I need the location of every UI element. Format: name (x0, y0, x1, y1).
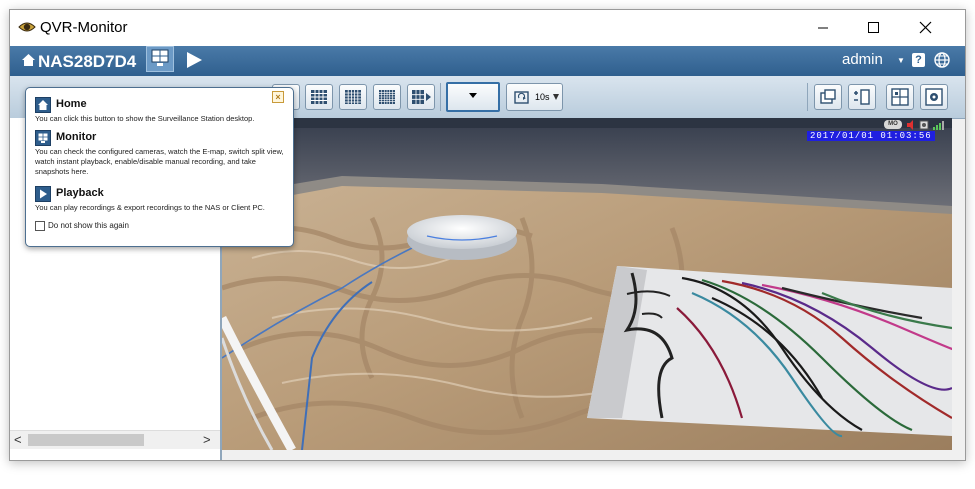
maximize-button[interactable] (850, 10, 896, 46)
minimize-button[interactable] (800, 10, 846, 46)
chevron-down-icon (469, 93, 477, 98)
layout-dropdown[interactable] (446, 82, 500, 112)
help-text-playback: You can play recordings & export recordi… (35, 203, 265, 212)
chevron-down-icon (553, 94, 559, 100)
gear-icon (925, 88, 943, 106)
e-map-icon (891, 88, 909, 106)
video-timestamp: 2017/01/01 01:03:56 (807, 131, 935, 141)
nas-name: NAS28D7D4 (38, 52, 137, 71)
help-heading-monitor: Monitor (56, 131, 97, 143)
multi-window-icon (820, 89, 836, 104)
speaker-icon (907, 120, 913, 130)
scrollbar-thumb[interactable] (28, 434, 144, 446)
settings-button[interactable] (920, 84, 948, 110)
layout-more-button[interactable] (407, 84, 435, 110)
playback-button[interactable] (182, 49, 206, 71)
home-icon (22, 54, 35, 66)
minimize-icon (818, 27, 828, 29)
globe-icon[interactable] (934, 52, 950, 68)
sequence-interval: 10s (535, 92, 550, 102)
multi-window-button[interactable] (814, 84, 842, 110)
monitor-icon (35, 130, 51, 146)
e-map-button[interactable] (886, 84, 914, 110)
user-menu-caret-icon[interactable]: ▼ (897, 56, 905, 65)
monitor-button[interactable] (146, 46, 174, 72)
grid-6x6-icon (379, 90, 395, 104)
help-text-monitor: You can check the configured cameras, wa… (35, 147, 284, 176)
layout-4x4-button[interactable] (305, 84, 333, 110)
help-heading-playback: Playback (56, 187, 104, 199)
help-heading-home: Home (56, 98, 87, 110)
sequence-mode-button[interactable]: 10s (506, 83, 563, 111)
layout-6x6-button[interactable] (373, 84, 401, 110)
grid-4x4-icon (311, 90, 327, 104)
motion-badge: MO (884, 120, 902, 129)
signal-icon (933, 121, 944, 130)
record-icon (919, 120, 929, 130)
home-icon (35, 97, 51, 113)
title-bar[interactable]: QVR-Monitor (10, 10, 965, 46)
maximize-icon (868, 22, 879, 33)
close-window-button[interactable] (903, 10, 949, 46)
close-icon[interactable]: × (272, 91, 284, 103)
scroll-right-icon[interactable]: > (203, 431, 211, 449)
app-window: QVR-Monitor NAS28D7D4 admin ▼ ? 10s < > … (9, 9, 966, 461)
horizontal-scrollbar[interactable]: < > (10, 430, 220, 449)
play-icon (35, 186, 51, 202)
layout-5x5-button[interactable] (339, 84, 367, 110)
toolbar-divider (807, 83, 808, 111)
video-status-strip (222, 118, 952, 128)
osd-status-icons: MO (884, 120, 950, 130)
help-icon[interactable]: ? (912, 53, 925, 67)
monitor-icon (151, 49, 169, 66)
help-text-home: You can click this button to show the Su… (35, 114, 255, 123)
camera-live-view[interactable]: MO 2017/01/01 01:03:56 (222, 118, 952, 450)
play-icon (187, 52, 202, 68)
toolbar-divider (440, 83, 441, 111)
do-not-show-label[interactable]: Do not show this again (48, 221, 129, 230)
channel-switch-button[interactable] (848, 84, 876, 110)
eye-logo-icon (18, 22, 36, 32)
do-not-show-checkbox[interactable] (35, 221, 45, 231)
channel-switch-icon (854, 89, 870, 105)
close-icon (919, 21, 932, 34)
scroll-left-icon[interactable]: < (14, 431, 22, 449)
navigation-bar: NAS28D7D4 admin ▼ ? (10, 46, 965, 76)
sequence-cycle-icon (514, 91, 529, 104)
grid-more-icon (412, 90, 431, 104)
camera-feed-image (222, 118, 952, 450)
help-tooltip-popup: × Home You can click this button to show… (25, 87, 294, 247)
window-title: QVR-Monitor (40, 19, 128, 36)
user-menu[interactable]: admin (842, 51, 883, 68)
grid-5x5-icon (345, 90, 361, 104)
